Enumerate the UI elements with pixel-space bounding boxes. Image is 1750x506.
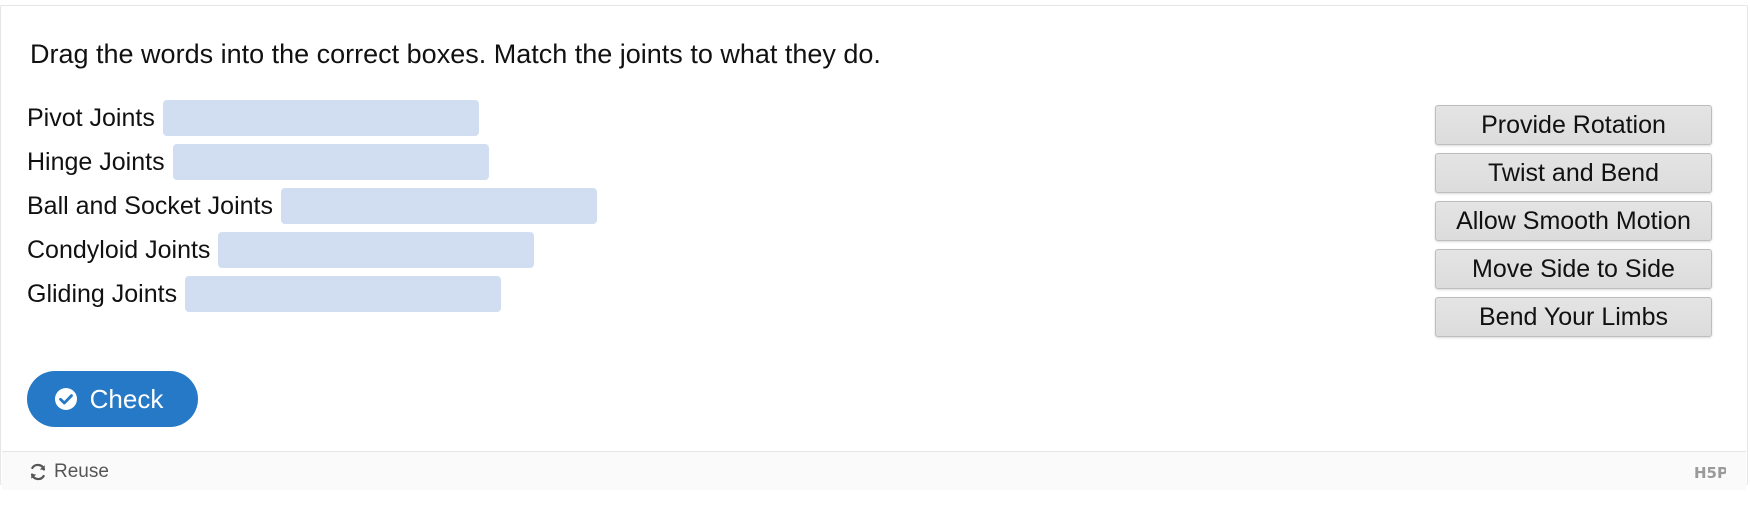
dropzone-hinge-joints[interactable] [172, 144, 489, 180]
match-rows: Pivot Joints Hinge Joints Ball and Socke… [27, 100, 597, 320]
refresh-icon [28, 462, 48, 482]
draggable-word-allow-smooth-motion[interactable]: Allow Smooth Motion [1435, 201, 1712, 241]
row-label: Hinge Joints [27, 147, 165, 176]
dropzone-gliding-joints[interactable] [185, 276, 502, 312]
row-label: Gliding Joints [27, 279, 178, 308]
row-hinge-joints: Hinge Joints [27, 144, 597, 180]
dropzone-ball-and-socket-joints[interactable] [280, 188, 597, 224]
h5p-drag-text-container: Drag the words into the correct boxes. M… [0, 5, 1748, 490]
row-ball-and-socket-joints: Ball and Socket Joints [27, 188, 597, 224]
row-pivot-joints: Pivot Joints [27, 100, 597, 136]
dropzone-condyloid-joints[interactable] [218, 232, 535, 268]
draggable-word-twist-and-bend[interactable]: Twist and Bend [1435, 153, 1712, 193]
dropzone-pivot-joints[interactable] [162, 100, 479, 136]
draggable-word-provide-rotation[interactable]: Provide Rotation [1435, 105, 1712, 145]
check-circle-icon [54, 387, 78, 411]
row-gliding-joints: Gliding Joints [27, 276, 597, 312]
row-label: Ball and Socket Joints [27, 191, 273, 220]
h5p-logo-icon: H5P [1694, 463, 1728, 482]
check-button-label: Check [89, 383, 164, 414]
reuse-label: Reuse [54, 461, 109, 482]
svg-text:H5P: H5P [1694, 464, 1726, 481]
reuse-button[interactable]: Reuse [28, 461, 109, 483]
row-label: Condyloid Joints [27, 235, 211, 264]
task-instructions: Drag the words into the correct boxes. M… [30, 39, 881, 69]
check-button[interactable]: Check [27, 371, 198, 427]
draggable-word-move-side-to-side[interactable]: Move Side to Side [1435, 249, 1712, 289]
draggable-word-bend-your-limbs[interactable]: Bend Your Limbs [1435, 297, 1712, 337]
row-label: Pivot Joints [27, 103, 155, 132]
footer-bar: Reuse H5P [2, 451, 1746, 490]
word-bank: Provide Rotation Twist and Bend Allow Sm… [1435, 105, 1712, 345]
row-condyloid-joints: Condyloid Joints [27, 232, 597, 268]
